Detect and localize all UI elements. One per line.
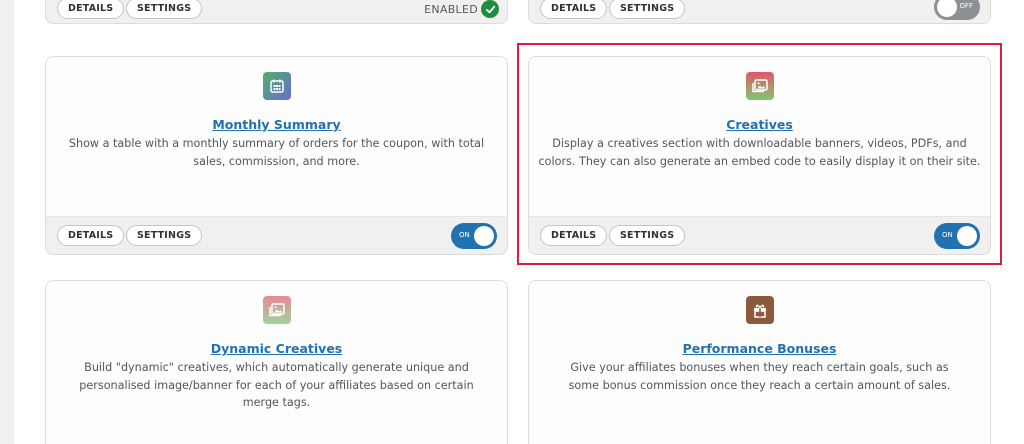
module-description: Give your affiliates bonuses when they r… <box>568 361 951 392</box>
module-toggle[interactable]: OFF <box>934 0 980 20</box>
card-body: Creatives Display a creatives section wi… <box>529 57 990 170</box>
card-prev-right: DETAILS SETTINGS OFF <box>528 0 991 24</box>
module-card-performance-bonuses: Performance Bonuses Give your affiliates… <box>528 280 991 444</box>
details-button[interactable]: DETAILS <box>540 225 608 246</box>
enabled-status-label: ENABLED <box>424 2 478 16</box>
card-prev-left: DETAILS SETTINGS ENABLED <box>45 0 508 24</box>
image-gallery-icon <box>262 296 291 324</box>
module-card-monthly-summary: Monthly Summary Show a table with a mont… <box>45 56 508 255</box>
admin-sidebar-edge <box>0 0 14 444</box>
module-description: Display a creatives section with downloa… <box>538 137 981 168</box>
check-circle-icon <box>481 0 499 18</box>
enabled-status: ENABLED <box>424 0 499 20</box>
card-footer: DETAILS SETTINGS OFF <box>529 0 990 23</box>
calendar-icon <box>262 72 291 100</box>
toggle-knob <box>957 226 977 246</box>
settings-button[interactable]: SETTINGS <box>126 0 203 19</box>
settings-button[interactable]: SETTINGS <box>609 0 686 19</box>
module-description: Show a table with a monthly summary of o… <box>68 137 485 168</box>
module-toggle[interactable]: ON <box>934 223 980 249</box>
details-button[interactable]: DETAILS <box>57 225 125 246</box>
module-title-link[interactable]: Monthly Summary <box>46 117 507 132</box>
card-body: Performance Bonuses Give your affiliates… <box>529 281 990 394</box>
module-card-creatives: Creatives Display a creatives section wi… <box>528 56 991 255</box>
card-body: Monthly Summary Show a table with a mont… <box>46 57 507 170</box>
toggle-label: ON <box>942 231 953 239</box>
toggle-label: OFF <box>959 2 973 10</box>
toggle-knob <box>937 0 957 17</box>
details-button[interactable]: DETAILS <box>540 0 608 19</box>
card-body: Dynamic Creatives Build "dynamic" creati… <box>46 281 507 412</box>
module-title-link[interactable]: Creatives <box>529 117 990 132</box>
module-title-link[interactable]: Dynamic Creatives <box>46 341 507 356</box>
module-description: Build "dynamic" creatives, which automat… <box>79 361 474 409</box>
module-card-dynamic-creatives: Dynamic Creatives Build "dynamic" creati… <box>45 280 508 444</box>
module-title-link[interactable]: Performance Bonuses <box>529 341 990 356</box>
toggle-label: ON <box>459 231 470 239</box>
gift-icon <box>745 296 774 324</box>
card-footer: DETAILS SETTINGS ON <box>46 216 507 254</box>
details-button[interactable]: DETAILS <box>57 0 125 19</box>
settings-button[interactable]: SETTINGS <box>609 225 686 246</box>
toggle-knob <box>474 226 494 246</box>
settings-button[interactable]: SETTINGS <box>126 225 203 246</box>
module-toggle[interactable]: ON <box>451 223 497 249</box>
image-gallery-icon <box>745 72 774 100</box>
card-footer: DETAILS SETTINGS ENABLED <box>46 0 507 23</box>
card-footer: DETAILS SETTINGS ON <box>529 216 990 254</box>
